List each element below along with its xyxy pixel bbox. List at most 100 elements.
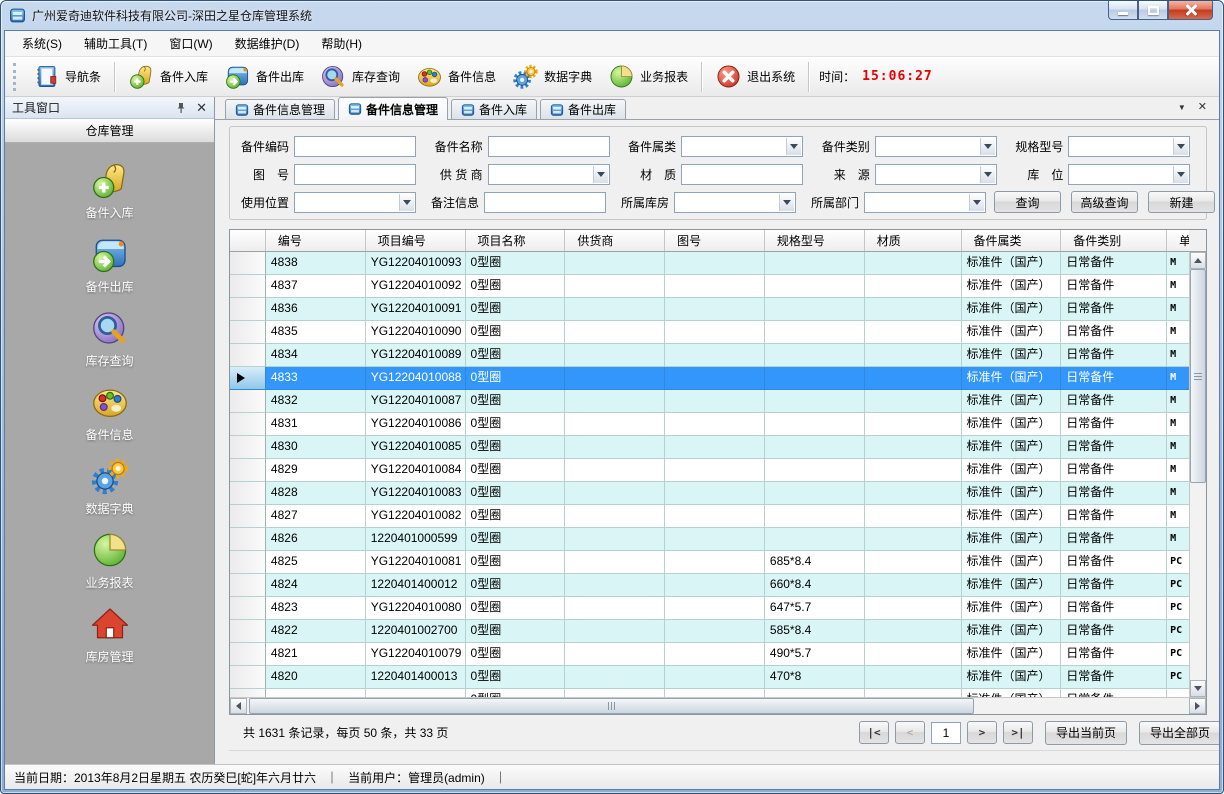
sidebar-item-business-report[interactable]: 业务报表 xyxy=(5,526,214,600)
maximize-button[interactable] xyxy=(1138,1,1168,20)
scroll-right-arrow[interactable] xyxy=(1189,698,1206,714)
column-header-category[interactable]: 备件类别 xyxy=(1061,230,1167,251)
export-current-page-button[interactable]: 导出当前页 xyxy=(1045,721,1127,745)
sidebar-item-warehouse-management[interactable]: 库房管理 xyxy=(5,600,214,674)
horizontal-scroll-track[interactable] xyxy=(247,698,1189,714)
toolbar-business-report-button[interactable]: 业务报表 xyxy=(600,59,696,94)
column-header-unit[interactable]: 单位 xyxy=(1167,230,1189,251)
part-name-input[interactable] xyxy=(488,136,610,157)
table-row[interactable]: 4832 YG12204010087 0型圈 标准件（国产） 日常备件 xyxy=(230,390,1189,413)
column-header-attribute[interactable]: 备件属类 xyxy=(962,230,1062,251)
table-row[interactable]: 4833 YG12204010088 0型圈 标准件（国产） 日常备件 xyxy=(230,367,1189,390)
table-row[interactable]: 4824 1220401400012 0型圈 660*8.4 标准件（国产） xyxy=(230,574,1189,597)
toolbar-parts-info-button[interactable]: 备件信息 xyxy=(408,59,504,94)
column-header-project-no[interactable]: 项目编号 xyxy=(366,230,466,251)
table-row[interactable]: 4837 YG12204010092 0型圈 标准件（国产） 日常备件 xyxy=(230,275,1189,298)
cell-spec xyxy=(765,505,865,528)
toolbar-exit-system-button[interactable]: 退出系统 xyxy=(707,59,803,94)
table-row[interactable]: 4826 1220401000599 0型圈 标准件（国产） 日常备件 xyxy=(230,528,1189,551)
header-selector[interactable] xyxy=(230,230,266,251)
next-page-button[interactable]: > xyxy=(967,721,997,744)
warehouse-combo[interactable] xyxy=(674,192,796,213)
menu-data-maintenance[interactable]: 数据维护(D) xyxy=(224,31,311,56)
table-row[interactable]: 4827 YG12204010082 0型圈 标准件（国产） 日常备件 xyxy=(230,505,1189,528)
toolbar-stock-query-button[interactable]: 库存查询 xyxy=(312,59,408,94)
table-row[interactable]: 4838 YG12204010093 0型圈 标准件（国产） 日常备件 xyxy=(230,252,1189,275)
horizontal-scroll-thumb[interactable] xyxy=(249,698,974,714)
remark-input[interactable] xyxy=(484,192,606,213)
material-input[interactable] xyxy=(681,164,803,185)
department-combo[interactable] xyxy=(864,192,986,213)
vertical-scroll-track[interactable] xyxy=(1190,269,1206,680)
table-row[interactable]: 4836 YG12204010091 0型圈 标准件（国产） 日常备件 xyxy=(230,298,1189,321)
pin-icon[interactable] xyxy=(175,102,187,114)
horizontal-scrollbar[interactable] xyxy=(230,697,1206,714)
sidebar-item-parts-outbound[interactable]: 备件出库 xyxy=(5,230,214,304)
table-row[interactable]: 4829 YG12204010084 0型圈 标准件（国产） 日常备件 xyxy=(230,459,1189,482)
table-row[interactable]: 4835 YG12204010090 0型圈 标准件（国产） 日常备件 xyxy=(230,321,1189,344)
tab-parts-outbound[interactable]: 备件出库 xyxy=(540,99,626,119)
table-row[interactable]: 4822 1220401002700 0型圈 585*8.4 标准件（国产） xyxy=(230,620,1189,643)
usage-position-combo[interactable] xyxy=(294,192,416,213)
table-row[interactable]: 4828 YG12204010083 0型圈 标准件（国产） 日常备件 xyxy=(230,482,1189,505)
tab-parts-inbound[interactable]: 备件入库 xyxy=(451,99,537,119)
table-row[interactable]: 0型圈 标准件（国产） 日常备件 xyxy=(230,689,1189,697)
table-row[interactable]: 4823 YG12204010080 0型圈 647*5.7 标准件（国产） xyxy=(230,597,1189,620)
scroll-down-arrow[interactable] xyxy=(1190,680,1206,697)
menu-system[interactable]: 系统(S) xyxy=(11,31,73,56)
tab-close-icon[interactable] xyxy=(1198,98,1207,114)
toolbar-parts-inbound-button[interactable]: 备件入库 xyxy=(120,59,216,94)
toolbar-parts-outbound-button[interactable]: 备件出库 xyxy=(216,59,312,94)
column-header-id[interactable]: 编号 xyxy=(266,230,366,251)
table-row[interactable]: 4820 1220401400013 0型圈 470*8 标准件（国产） xyxy=(230,666,1189,689)
toolbar-data-dictionary-button[interactable]: 数据字典 xyxy=(504,59,600,94)
source-combo[interactable] xyxy=(875,164,997,185)
table-row[interactable]: 4825 YG12204010081 0型圈 685*8.4 标准件（国产） xyxy=(230,551,1189,574)
warehouse-group-header[interactable]: 仓库管理 xyxy=(5,119,214,143)
tool-window-panel: 工具窗口 ✕ 仓库管理 备件入库 备件出库 xyxy=(5,97,215,764)
sidebar-item-data-dictionary[interactable]: 数据字典 xyxy=(5,452,214,526)
menu-aux-tools[interactable]: 辅助工具(T) xyxy=(73,31,158,56)
part-code-input[interactable] xyxy=(294,136,416,157)
advanced-query-button[interactable]: 高级查询 xyxy=(1071,191,1138,213)
sidebar-item-parts-inbound[interactable]: 备件入库 xyxy=(5,156,214,230)
part-category-combo[interactable] xyxy=(875,136,997,157)
new-button[interactable]: 新建 xyxy=(1148,191,1215,213)
tab-list-dropdown-icon[interactable] xyxy=(1178,98,1186,114)
tool-window-close-icon[interactable]: ✕ xyxy=(196,101,207,114)
column-header-project-name[interactable]: 项目名称 xyxy=(466,230,566,251)
part-attribute-combo[interactable] xyxy=(681,136,803,157)
supplier-combo[interactable] xyxy=(488,164,610,185)
export-all-pages-button[interactable]: 导出全部页 xyxy=(1139,721,1220,745)
vertical-scrollbar[interactable] xyxy=(1189,252,1206,697)
last-page-button[interactable]: >| xyxy=(1003,721,1033,744)
tab-parts-info-mgmt-2[interactable]: 备件信息管理 xyxy=(338,97,448,120)
drawing-no-input[interactable] xyxy=(294,164,416,185)
scroll-up-arrow[interactable] xyxy=(1190,252,1206,269)
column-header-spec[interactable]: 规格型号 xyxy=(765,230,865,251)
vertical-scroll-thumb[interactable] xyxy=(1190,269,1206,483)
sidebar-item-parts-info[interactable]: 备件信息 xyxy=(5,378,214,452)
prev-page-button[interactable]: < xyxy=(895,721,925,744)
menu-window[interactable]: 窗口(W) xyxy=(158,31,223,56)
close-button[interactable] xyxy=(1168,1,1213,20)
table-row[interactable]: 4830 YG12204010085 0型圈 标准件（国产） 日常备件 xyxy=(230,436,1189,459)
column-header-material[interactable]: 材质 xyxy=(865,230,962,251)
column-header-drawing-no[interactable]: 图号 xyxy=(665,230,765,251)
toolbar-navigator-button[interactable]: 导航条 xyxy=(25,59,109,94)
minimize-button[interactable] xyxy=(1108,1,1138,20)
spec-model-combo[interactable] xyxy=(1068,136,1190,157)
sidebar-item-stock-query[interactable]: 库存查询 xyxy=(5,304,214,378)
toolbar-grip[interactable] xyxy=(13,63,20,91)
page-number-input[interactable] xyxy=(931,722,961,744)
column-header-supplier[interactable]: 供货商 xyxy=(565,230,665,251)
first-page-button[interactable]: |< xyxy=(859,721,889,744)
table-row[interactable]: 4831 YG12204010086 0型圈 标准件（国产） 日常备件 xyxy=(230,413,1189,436)
tab-parts-info-mgmt-1[interactable]: 备件信息管理 xyxy=(225,99,335,119)
menu-help[interactable]: 帮助(H) xyxy=(310,31,373,56)
query-button[interactable]: 查询 xyxy=(994,191,1061,213)
scroll-left-arrow[interactable] xyxy=(230,698,247,714)
table-row[interactable]: 4821 YG12204010079 0型圈 490*5.7 标准件（国产） xyxy=(230,643,1189,666)
location-combo[interactable] xyxy=(1068,164,1190,185)
table-row[interactable]: 4834 YG12204010089 0型圈 标准件（国产） 日常备件 xyxy=(230,344,1189,367)
